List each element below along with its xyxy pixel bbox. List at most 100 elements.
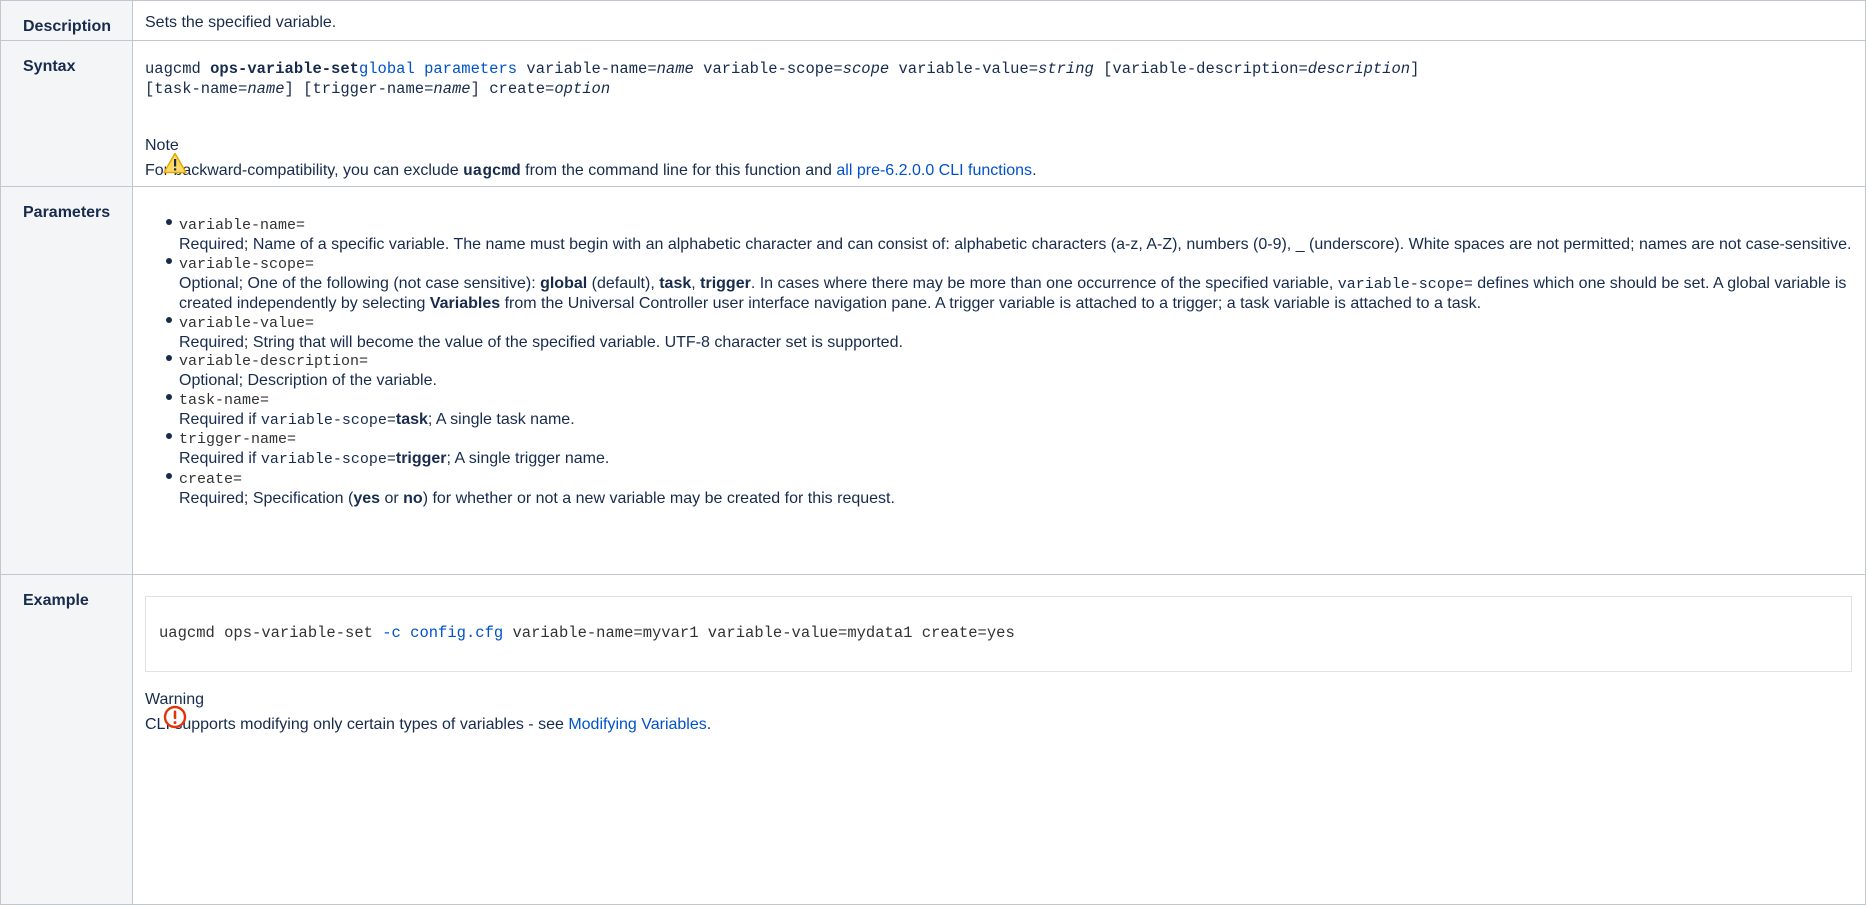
- desc-part: ; A single task name.: [427, 410, 575, 428]
- parameter-name: variable-description=: [179, 353, 369, 370]
- example-cell: uagcmd ops-variable-set -c config.cfg va…: [132, 574, 1866, 905]
- syntax-param-value: name: [247, 80, 285, 98]
- parameters-cell: variable-name= Required; Name of a speci…: [132, 186, 1866, 575]
- note-text-end: .: [1032, 162, 1037, 179]
- cli-function-table: Description Sets the specified variable.…: [0, 0, 1866, 905]
- label-syntax: Syntax: [0, 40, 133, 187]
- description-text: Sets the specified variable.: [145, 14, 337, 31]
- row-description: Description Sets the specified variable.: [0, 0, 1866, 41]
- row-example: Example uagcmd ops-variable-set -c confi…: [0, 574, 1866, 905]
- example-code-block: uagcmd ops-variable-set -c config.cfg va…: [145, 596, 1852, 672]
- desc-bold: yes: [353, 489, 381, 507]
- label-example: Example: [0, 574, 133, 905]
- parameter-description: Required if variable-scope=task; A singl…: [179, 410, 1865, 431]
- desc-bold: global: [540, 274, 588, 292]
- parameter-item: variable-description= Optional; Descript…: [145, 352, 1865, 391]
- code-highlight: -c config.cfg: [382, 624, 504, 642]
- parameter-description: Required; Name of a specific variable. T…: [179, 236, 1852, 253]
- desc-part: Required; Specification (: [179, 489, 354, 507]
- syntax-cell: uagcmd ops-variable-setglobal parameters…: [132, 40, 1866, 187]
- error-circle-icon: [163, 705, 187, 729]
- syntax-param: variable-scope=: [693, 60, 843, 78]
- syntax-param: create=: [479, 80, 555, 98]
- desc-part: or: [380, 489, 404, 507]
- syntax-command: uagcmd ops-variable-setglobal parameters…: [145, 41, 1865, 99]
- desc-mono: variable-scope=: [260, 411, 396, 429]
- code-text: uagcmd ops-variable-set: [159, 624, 383, 642]
- parameter-description: Required if variable-scope=trigger; A si…: [179, 449, 1865, 470]
- desc-bold: trigger: [700, 274, 751, 292]
- syntax-function-name: ops-variable-set: [210, 60, 359, 78]
- parameter-item: variable-value= Required; String that wi…: [145, 314, 1865, 353]
- warning-text-part: CLI supports modifying only certain type…: [145, 716, 569, 733]
- desc-part: ; A single trigger name.: [446, 450, 610, 467]
- parameter-item: variable-name= Required; Name of a speci…: [145, 216, 1865, 255]
- note-text-part: from the command line for this function …: [520, 162, 837, 179]
- row-parameters: Parameters variable-name= Required; Name…: [0, 186, 1866, 575]
- parameter-name: variable-value=: [179, 314, 315, 332]
- bullet-icon: [166, 316, 172, 323]
- syntax-bracket: ]: [470, 80, 480, 98]
- desc-bold: no: [403, 489, 423, 507]
- pre-620-cli-functions-link[interactable]: all pre-6.2.0.0 CLI functions: [836, 162, 1032, 179]
- syntax-param: [trigger-name=: [293, 80, 434, 98]
- parameter-name: variable-scope=: [179, 255, 315, 273]
- modifying-variables-link[interactable]: Modifying Variables: [568, 716, 706, 733]
- parameter-description: Required; Specification (yes or no) for …: [179, 489, 1865, 509]
- desc-bold: trigger: [395, 450, 447, 467]
- syntax-param: [variable-description=: [1093, 60, 1308, 78]
- syntax-param-value: scope: [842, 60, 890, 78]
- bullet-icon: [166, 393, 172, 400]
- desc-part: . In cases where there may be more than …: [750, 274, 1338, 292]
- parameter-name: task-name=: [179, 391, 270, 409]
- code-text: variable-name=myvar1 variable-value=myda…: [503, 624, 1015, 642]
- parameter-description: Optional; One of the following (not case…: [179, 274, 1865, 314]
- bullet-icon: [166, 219, 172, 225]
- desc-part: from the Universal Controller user inter…: [500, 295, 1482, 312]
- global-parameters-link[interactable]: global parameters: [359, 60, 517, 78]
- note-text: For backward-compatibility, you can excl…: [145, 160, 1865, 182]
- parameter-name: variable-name=: [179, 217, 306, 234]
- desc-bold: task: [395, 410, 428, 428]
- note-bold-uagcmd: uagcmd: [463, 162, 521, 180]
- syntax-param: variable-name=: [517, 60, 657, 78]
- syntax-param-value: name: [656, 60, 694, 78]
- desc-mono: variable-scope=: [260, 451, 396, 468]
- desc-bold: Variables: [429, 295, 501, 312]
- bullet-icon: [166, 355, 172, 361]
- note-title: Note: [145, 137, 179, 154]
- warning-text: CLI supports modifying only certain type…: [145, 714, 1865, 736]
- desc-part: (default),: [587, 274, 660, 292]
- description-cell: Sets the specified variable.: [132, 0, 1866, 41]
- syntax-cmd: uagcmd: [145, 60, 211, 78]
- syntax-bracket: ]: [1410, 60, 1420, 78]
- parameter-item: variable-scope= Optional; One of the fol…: [145, 255, 1865, 314]
- desc-part: ,: [691, 274, 701, 292]
- syntax-param: variable-value=: [889, 60, 1039, 78]
- note-text-part: For backward-compatibility, you can excl…: [145, 162, 464, 179]
- syntax-param-value: option: [554, 80, 611, 98]
- warning-text-end: .: [706, 716, 712, 733]
- parameter-item: create= Required; Specification (yes or …: [145, 470, 1865, 509]
- desc-bold: task: [659, 274, 692, 292]
- label-description: Description: [0, 0, 133, 41]
- parameter-description: Required; String that will become the va…: [179, 333, 903, 351]
- syntax-param: [task-name=: [145, 80, 248, 98]
- syntax-bracket: ]: [284, 80, 294, 98]
- row-syntax: Syntax uagcmd ops-variable-setglobal par…: [0, 40, 1866, 187]
- desc-part: ) for whether or not a new variable may …: [422, 489, 895, 507]
- syntax-param-value: description: [1307, 60, 1411, 78]
- parameter-description: Optional; Description of the variable.: [179, 372, 437, 389]
- parameter-item: task-name= Required if variable-scope=ta…: [145, 391, 1865, 431]
- note-panel: Note For backward-compatibility, you can…: [145, 136, 1865, 182]
- bullet-icon: [166, 472, 172, 479]
- parameter-list: variable-name= Required; Name of a speci…: [145, 187, 1865, 508]
- parameter-name: create=: [179, 470, 243, 488]
- parameter-item: trigger-name= Required if variable-scope…: [145, 430, 1865, 470]
- desc-part: Required if: [179, 410, 261, 428]
- warning-triangle-icon: [163, 152, 187, 174]
- desc-mono: variable-scope=: [1337, 275, 1473, 293]
- bullet-icon: [166, 257, 172, 264]
- syntax-param-value: string: [1038, 60, 1094, 78]
- parameter-name: trigger-name=: [179, 431, 297, 448]
